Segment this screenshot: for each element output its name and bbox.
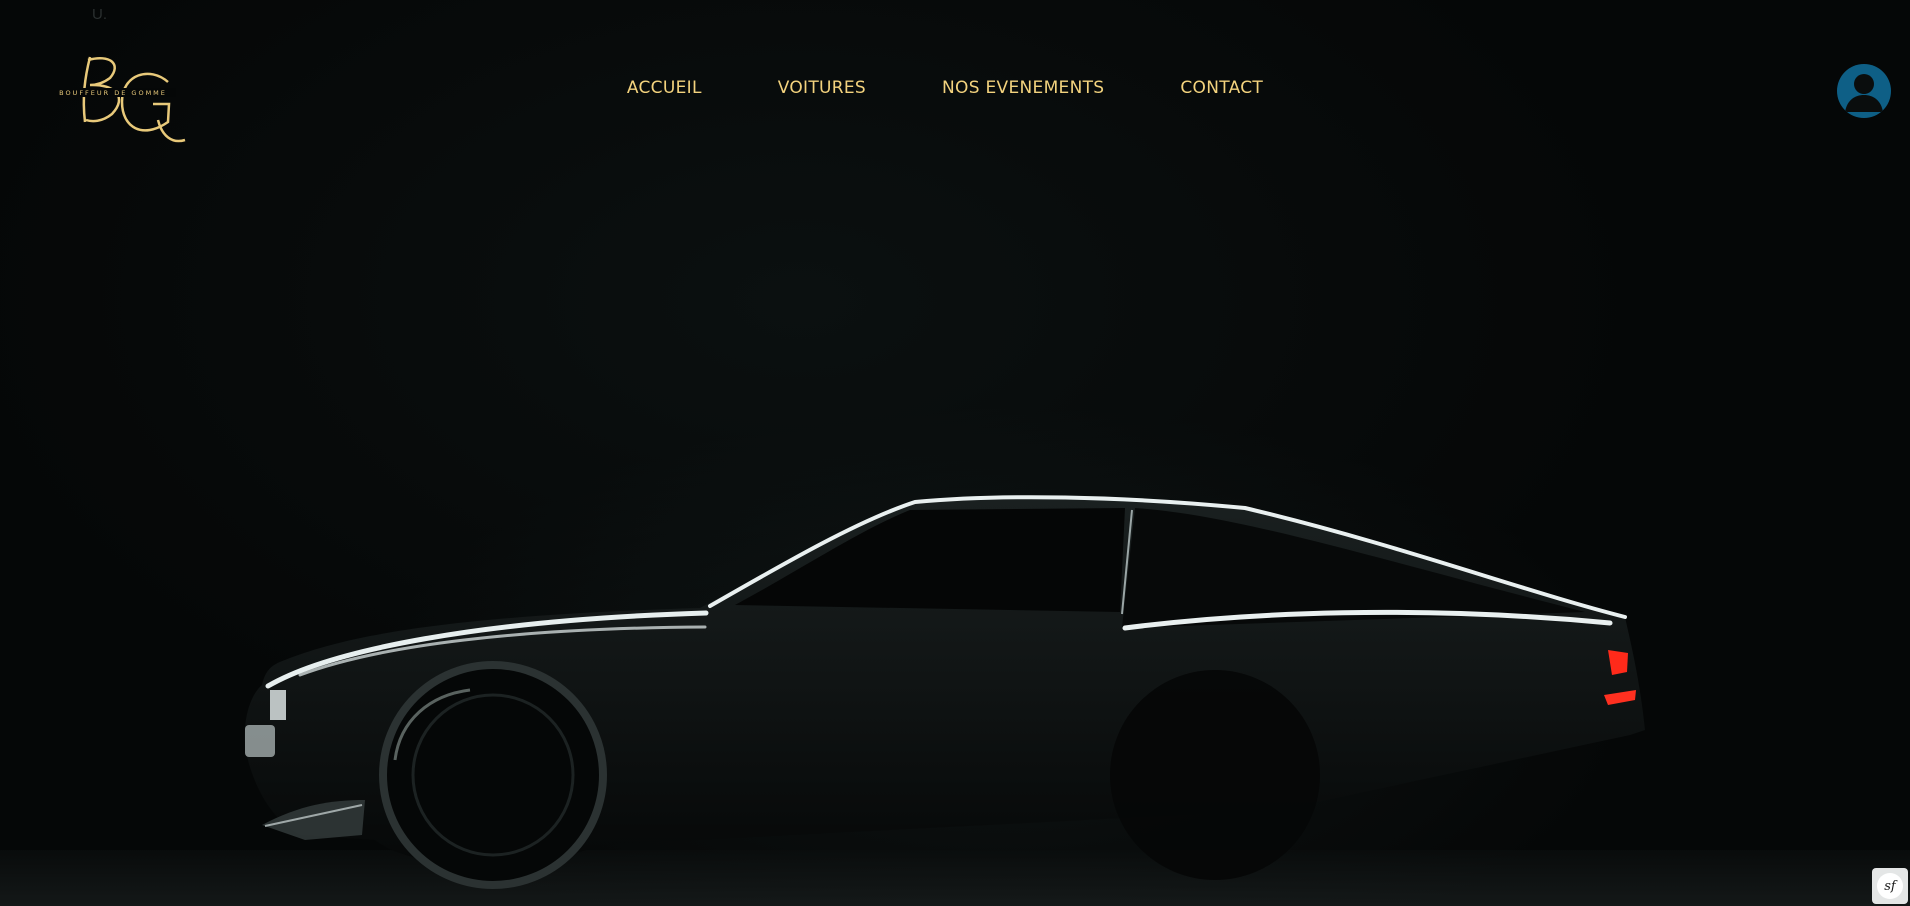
site-header: BOUFFEUR DE GOMME ACCUEIL VOITURES NOS E… xyxy=(0,0,1910,180)
site-logo[interactable]: BOUFFEUR DE GOMME xyxy=(50,52,190,152)
user-account-button[interactable] xyxy=(1837,64,1891,118)
debug-toolbar-toggle[interactable]: sf xyxy=(1872,868,1908,904)
symfony-icon: sf xyxy=(1877,873,1903,899)
nav-item-nos-evenements[interactable]: NOS EVENEMENTS xyxy=(942,78,1104,98)
main-nav: ACCUEIL VOITURES NOS EVENEMENTS CONTACT xyxy=(0,78,1910,98)
nav-item-voitures[interactable]: VOITURES xyxy=(778,78,866,98)
debug-toolbar-label: sf xyxy=(1884,878,1896,894)
user-icon xyxy=(1845,74,1883,112)
logo-monogram-icon: BOUFFEUR DE GOMME xyxy=(50,56,186,143)
nav-item-accueil[interactable]: ACCUEIL xyxy=(627,78,702,98)
page: U. BOUFFEUR DE GOMME ACCUEIL VOITURES NO… xyxy=(0,0,1910,906)
nav-item-contact[interactable]: CONTACT xyxy=(1180,78,1263,98)
